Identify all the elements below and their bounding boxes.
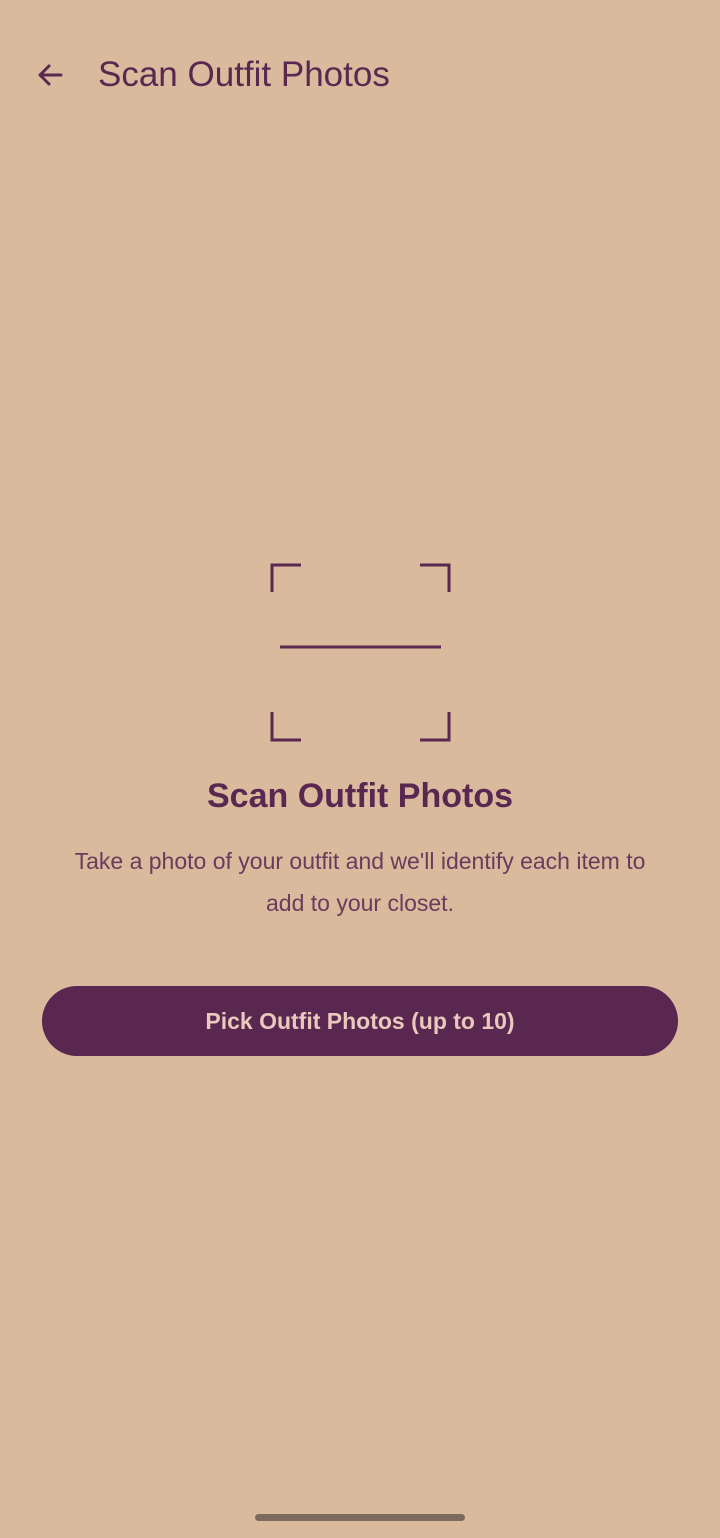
- top-app-bar: Scan Outfit Photos: [0, 0, 720, 150]
- arrow-back-icon: [34, 59, 66, 91]
- back-button[interactable]: [22, 47, 78, 103]
- home-indicator[interactable]: [255, 1514, 465, 1521]
- scan-frame-icon: [268, 560, 454, 746]
- pick-outfit-photos-button[interactable]: Pick Outfit Photos (up to 10): [42, 986, 678, 1056]
- page-title: Scan Outfit Photos: [98, 55, 390, 94]
- empty-state-description: Take a photo of your outfit and we'll id…: [74, 848, 646, 916]
- empty-state-title: Scan Outfit Photos: [207, 777, 513, 815]
